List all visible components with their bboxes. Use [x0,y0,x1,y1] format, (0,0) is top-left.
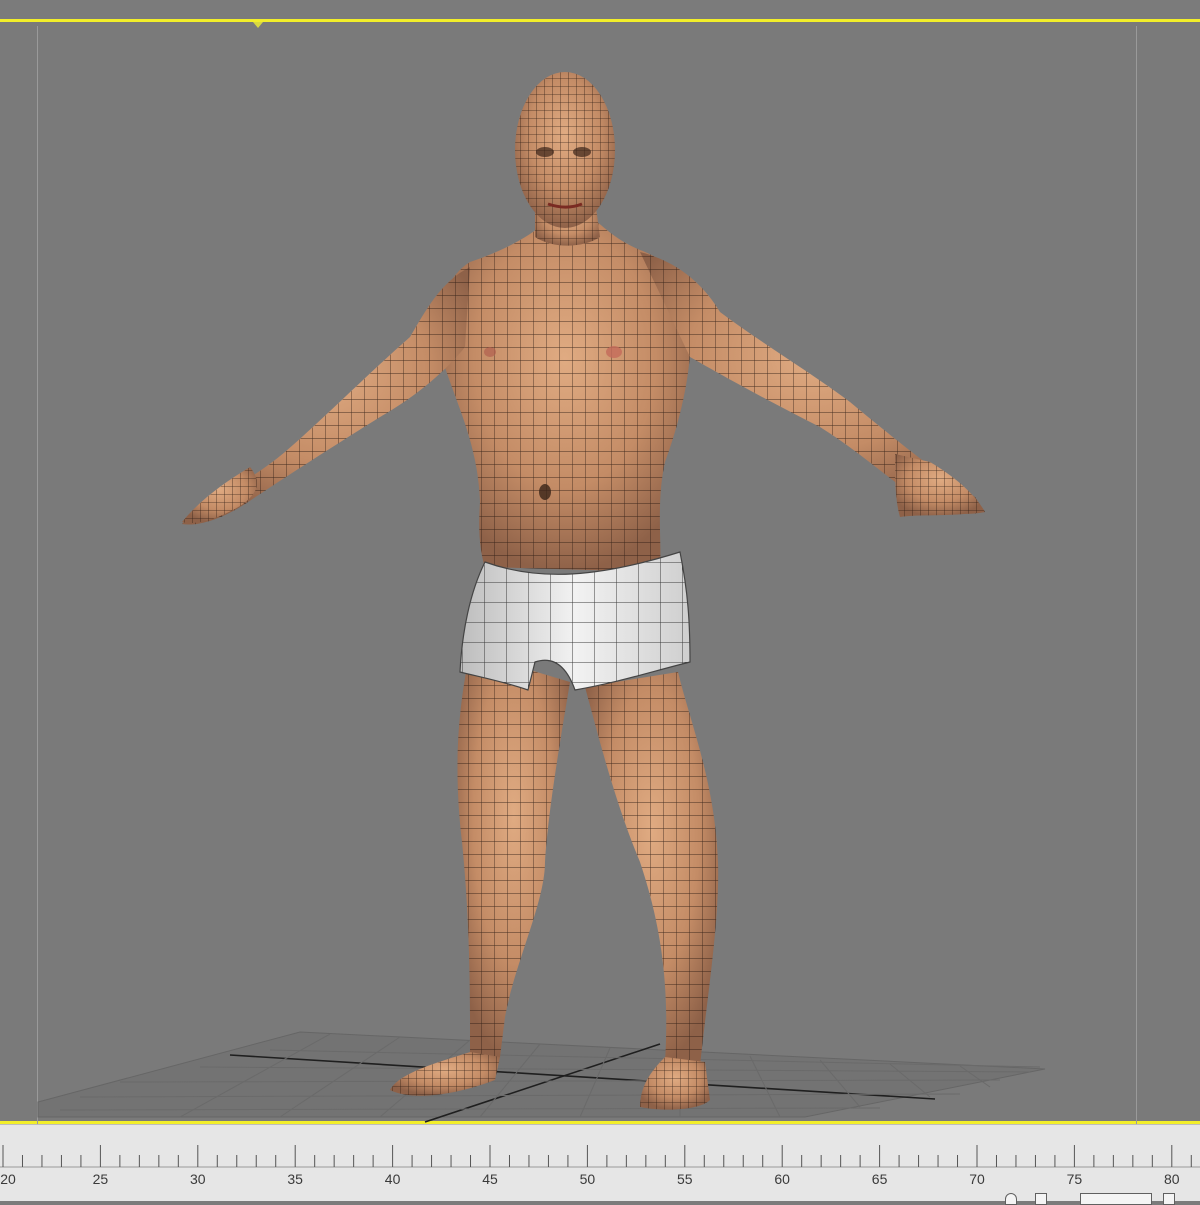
timeline-frame-label: 80 [1164,1171,1180,1187]
ground-grid [37,1031,1046,1123]
timeline-frame-label: 65 [871,1171,888,1187]
timeline-ruler[interactable] [0,1125,1200,1201]
timeline-frame-label: 40 [384,1171,401,1187]
timeline-frame-label: 35 [287,1171,303,1187]
key-mode-icon[interactable] [1163,1193,1175,1205]
timeline-frame-label: 25 [92,1171,109,1187]
character-mesh[interactable] [182,72,985,1110]
key-filter-icon[interactable] [1005,1193,1017,1205]
timeline-controls [995,1193,1200,1205]
set-key-icon[interactable] [1035,1193,1047,1205]
viewport-top-strip [0,0,1200,19]
timeline-frame-label: 20 [0,1171,16,1187]
timeline-frame-label: 45 [482,1171,498,1187]
perspective-viewport[interactable] [0,19,1200,1124]
timeline-frame-label: 55 [677,1171,693,1187]
scene[interactable] [0,22,1200,1127]
key-filter-field[interactable] [1080,1193,1152,1205]
timeline-frame-label: 60 [774,1171,790,1187]
timeline-trackbar[interactable]: 20 25 30 35 40 45 50 55 60 65 70 75 80 [0,1124,1200,1205]
timeline-frame-label: 75 [1066,1171,1083,1187]
timeline-frame-label: 50 [579,1171,596,1187]
timeline-frame-label: 30 [190,1171,206,1187]
timeline-frame-label: 70 [969,1171,985,1187]
